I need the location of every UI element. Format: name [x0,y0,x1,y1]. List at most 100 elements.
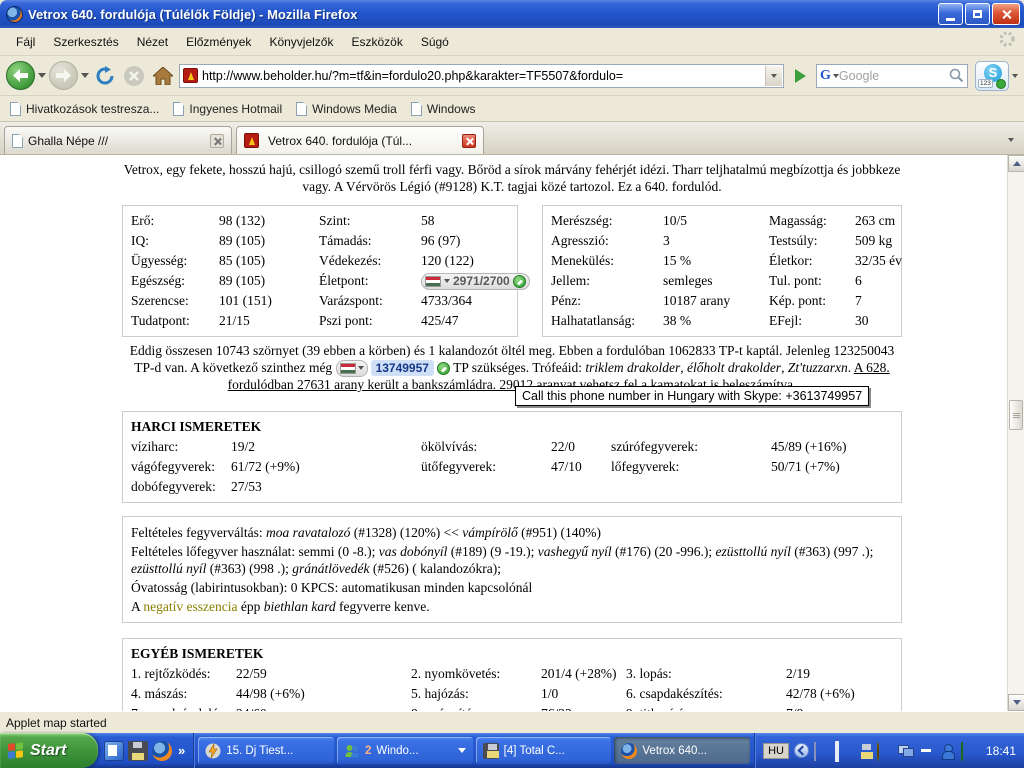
stat-value: 21/15 [219,313,319,329]
menu-bookmarks[interactable]: Könyvjelzők [261,32,341,52]
stat-label: 5. hajózás: [411,686,541,702]
menu-tools[interactable]: Eszközök [343,32,410,52]
stat-value: 42/78 (+6%) [786,686,893,702]
stat-value: 30 [855,313,893,329]
forward-history-dropdown[interactable] [81,73,89,78]
character-intro-text: Vetrox, egy fekete, hosszú hajú, csillog… [122,161,902,195]
tab-close-icon[interactable] [462,134,476,148]
bookmark-item[interactable]: Hivatkozások testresza... [10,102,159,116]
close-icon [1001,9,1012,20]
taskbar-button-total-commander[interactable]: [4] Total C... [476,737,612,764]
stat-value: 425/47 [421,313,509,329]
bookmark-label: Windows Media [312,102,397,116]
skype-extension-button[interactable]: S 123 [975,61,1009,91]
text-segment: vashegyű nyíl [538,544,612,559]
scroll-down-button[interactable] [1008,694,1024,711]
arrow-down-icon [1013,700,1021,705]
url-history-dropdown[interactable] [765,66,782,86]
combat-skills-table: víziharc:19/2ökölvívás:22/0szúrófegyvere… [131,437,893,497]
tab-vetrox-fordulo[interactable]: Vetrox 640. fordulója (Túl... [236,126,484,154]
java-tray-icon[interactable] [814,743,830,759]
stat-value: 15 % [663,253,769,269]
show-desktop-icon[interactable] [104,741,124,761]
tab-close-icon[interactable] [210,134,224,148]
app-window-tray-icon[interactable] [835,743,851,759]
menu-file[interactable]: Fájl [8,32,43,52]
skype-flag-dropdown[interactable] [358,366,364,370]
stat-label: ütőfegyverek: [421,459,551,475]
reload-button[interactable] [92,63,118,89]
skype-call-icon[interactable] [513,275,526,288]
update-tray-icon[interactable] [961,743,977,759]
stat-value: 4733/364 [421,293,509,309]
tab-bar: Ghalla Népe /// Vetrox 640. fordulója (T… [0,122,1024,155]
total-commander-icon[interactable] [128,741,148,761]
close-button[interactable] [992,3,1020,25]
search-bar[interactable]: G Google [816,64,968,88]
menu-history[interactable]: Előzmények [178,32,259,52]
scroll-up-button[interactable] [1008,155,1024,172]
start-button[interactable]: Start [0,733,98,768]
network-tray-icon[interactable] [898,743,914,759]
skype-number-highlight[interactable]: 13749957 [336,360,450,377]
stat-label: Kép. pont: [769,293,855,309]
skype-number-highlight[interactable]: 2971/2700 [421,273,530,290]
go-button[interactable] [787,63,813,89]
text-segment[interactable]: negatív esszencia [143,599,237,614]
taskbar-button-messenger-group[interactable]: 2 Windo... [337,737,473,764]
group-dropdown-icon[interactable] [458,748,466,753]
taskbar-button-winamp[interactable]: 15. Dj Tiest... [198,737,334,764]
stat-value: 61/72 (+9%) [231,459,421,475]
menu-edit[interactable]: Szerkesztés [45,32,126,52]
quick-launch-overflow[interactable]: » [176,743,187,758]
text-segment: triklem drakolder [585,360,680,375]
minimize-button[interactable] [938,3,963,25]
taskbar-button-label: Vetrox 640... [642,745,743,757]
stat-label: Merészség: [551,213,663,229]
menu-view[interactable]: Nézet [129,32,176,52]
back-history-dropdown[interactable] [38,73,46,78]
vertical-scrollbar[interactable] [1007,155,1024,711]
taskbar-button-firefox-active[interactable]: Vetrox 640... [614,737,750,764]
skype-flag-dropdown[interactable] [444,279,450,283]
floppy-tray-icon[interactable] [856,743,872,759]
stat-label: Tudatpont: [131,313,219,329]
url-bar[interactable]: http://www.beholder.hu/?m=tf&in=fordulo2… [179,64,784,88]
winamp-icon [205,743,221,759]
other-skills-table: 1. rejtőzködés:22/592. nyomkövetés:201/4… [131,664,893,711]
window-titlebar[interactable]: Vetrox 640. fordulója (Túlélők Földje) -… [0,0,1024,28]
restore-button[interactable] [965,3,990,25]
back-button[interactable] [6,61,35,90]
search-input[interactable]: Google [839,69,949,83]
tray-collapse-chevron[interactable] [794,743,809,758]
skype-call-icon[interactable] [437,362,450,375]
windows-flag-icon [8,742,24,760]
forward-button[interactable] [49,61,78,90]
language-indicator[interactable]: HU [763,743,789,759]
stat-value: 7 [855,293,893,309]
bookmark-item[interactable]: Windows [411,102,476,116]
bookmark-page-icon [296,102,307,116]
text-segment: élőholt drakolder [687,360,781,375]
url-input[interactable]: http://www.beholder.hu/?m=tf&in=fordulo2… [202,69,765,83]
scrollbar-thumb[interactable] [1009,400,1023,430]
bookmark-item[interactable]: Windows Media [296,102,397,116]
chevron-down-icon [1008,138,1014,142]
search-icon[interactable] [949,68,964,83]
bookmark-item[interactable]: Ingyenes Hotmail [173,102,282,116]
stat-row: víziharc:19/2ökölvívás:22/0szúrófegyvere… [131,437,893,457]
menu-help[interactable]: Súgó [413,32,457,52]
list-all-tabs-button[interactable] [1002,130,1020,150]
stat-value: 32/35 év [855,253,902,269]
messenger-tray-icon[interactable] [940,743,956,759]
stop-button[interactable] [121,63,147,89]
home-button[interactable] [150,63,176,89]
stat-value: 47/10 [551,459,611,475]
skype-number: 13749957 [371,360,434,376]
globe-tray-icon[interactable] [877,743,893,759]
skype-dropdown[interactable] [1012,74,1018,78]
page-content: Vetrox, egy fekete, hosszú hajú, csillog… [0,155,1024,711]
firefox-icon[interactable] [152,741,172,761]
no-entry-tray-icon[interactable] [919,743,935,759]
tab-ghalla-nepe[interactable]: Ghalla Népe /// [4,126,232,154]
